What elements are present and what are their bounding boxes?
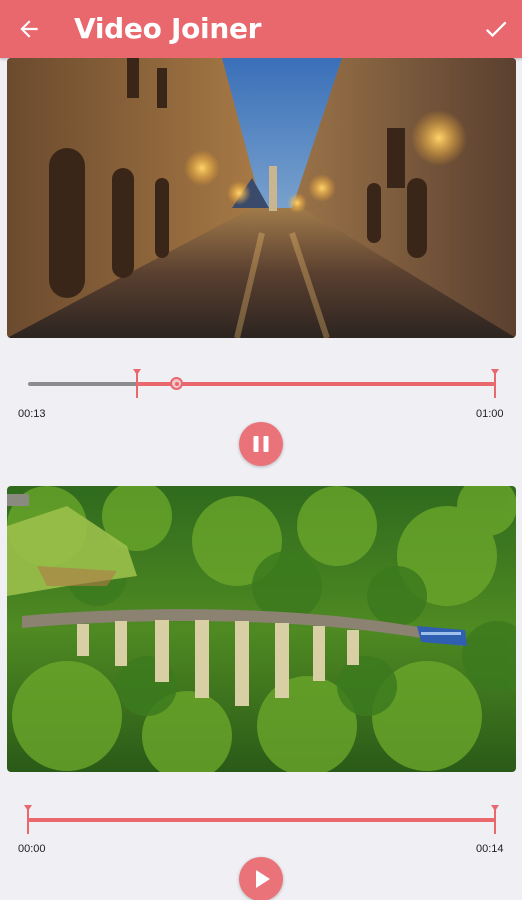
clip-start-time: 00:13	[18, 408, 46, 420]
pause-icon	[253, 436, 269, 452]
railway-viaduct-thumbnail	[7, 486, 516, 772]
app-bar: Video Joiner	[0, 0, 522, 58]
trim-start-handle[interactable]	[136, 372, 138, 398]
clip-1-timeline: 00:13 01:00	[0, 360, 522, 420]
video-preview-1[interactable]	[7, 58, 516, 338]
night-street-thumbnail	[7, 58, 516, 338]
selected-track[interactable]	[28, 818, 495, 822]
trim-start-handle[interactable]	[27, 808, 29, 834]
page-title: Video Joiner	[74, 12, 262, 45]
arrow-left-icon[interactable]	[16, 16, 42, 42]
trim-end-handle[interactable]	[494, 372, 496, 398]
pause-button[interactable]	[239, 422, 283, 466]
playhead-thumb[interactable]	[170, 377, 183, 390]
trimmed-track	[28, 382, 138, 386]
video-preview-2[interactable]	[7, 486, 516, 772]
check-icon[interactable]	[482, 15, 510, 43]
play-icon	[256, 870, 270, 888]
clip-2-timeline: 00:00 00:14	[0, 796, 522, 856]
selected-track[interactable]	[137, 382, 495, 386]
clip-start-time: 00:00	[18, 843, 46, 855]
trim-end-handle[interactable]	[494, 808, 496, 834]
clip-end-time: 00:14	[476, 843, 504, 855]
play-button[interactable]	[239, 857, 283, 900]
clip-end-time: 01:00	[476, 408, 504, 420]
